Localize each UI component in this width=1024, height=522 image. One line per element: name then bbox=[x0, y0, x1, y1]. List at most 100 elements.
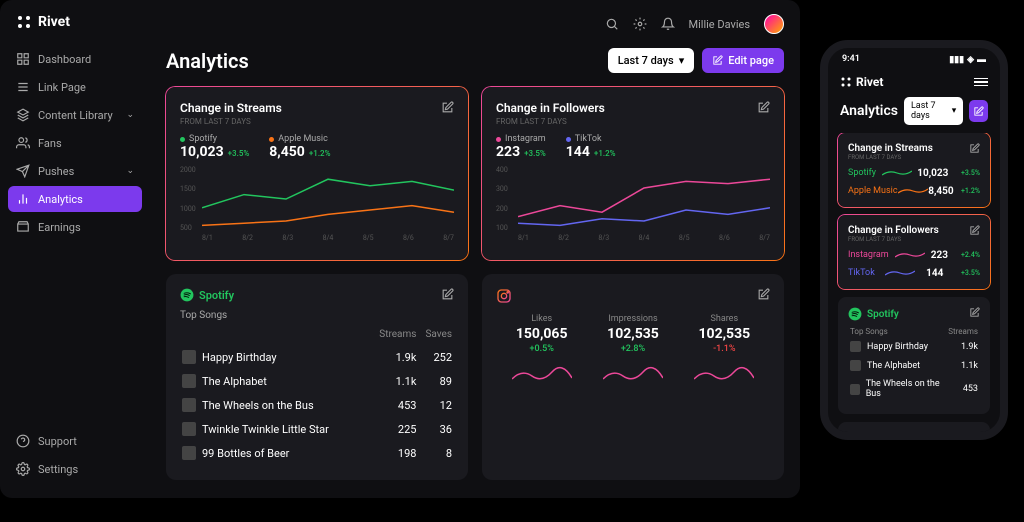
followers-card: Change in Followers From last 7 days Ins… bbox=[482, 87, 784, 260]
card-title: Change in Streams bbox=[848, 143, 933, 154]
top-songs-table: Top SongsStreams Happy Birthday1.9kThe A… bbox=[848, 325, 980, 404]
cards-grid: Change in Streams From last 7 days Spoti… bbox=[166, 87, 784, 480]
mobile-header: Rivet bbox=[828, 71, 1000, 97]
metric-instagram: Instagram223+3.5% bbox=[496, 134, 546, 160]
gear-icon[interactable] bbox=[633, 17, 647, 31]
wifi-icon: ◈ bbox=[967, 55, 974, 65]
menu-button[interactable] bbox=[974, 78, 988, 87]
date-range-button[interactable]: Last 7 days ▾ bbox=[608, 48, 695, 73]
table-row: The Wheels on the Bus45312 bbox=[182, 394, 452, 416]
sidebar: Rivet DashboardLink PageContent Library⌄… bbox=[0, 0, 150, 498]
followers-metrics: Instagram223+3.5% TikTok144+1.2% bbox=[496, 134, 770, 160]
edit-icon[interactable] bbox=[757, 101, 770, 114]
edit-icon[interactable] bbox=[441, 288, 454, 301]
sidebar-item-settings[interactable]: Settings bbox=[8, 456, 142, 482]
table-row: The Alphabet1.1k89 bbox=[182, 370, 452, 392]
wallet-icon bbox=[16, 220, 30, 234]
edit-page-label: Edit page bbox=[728, 54, 774, 67]
edit-page-button[interactable]: Edit page bbox=[702, 48, 784, 73]
followers-chart: 400300200100 8/18/28/38/48/58/68/7 bbox=[496, 166, 770, 246]
edit-page-button[interactable] bbox=[969, 100, 988, 122]
chart-icon bbox=[16, 192, 30, 206]
album-art-icon bbox=[182, 374, 196, 388]
streams-card: Change in Streams From last 7 days Spoti… bbox=[166, 87, 468, 260]
send-icon bbox=[16, 164, 30, 178]
layers-icon bbox=[16, 108, 30, 122]
spotify-label: Spotify bbox=[199, 289, 234, 302]
edit-icon[interactable] bbox=[757, 288, 770, 301]
sidebar-item-earnings[interactable]: Earnings bbox=[8, 214, 142, 240]
streams-card: Change in Streams From last 7 days Spoti… bbox=[838, 133, 990, 207]
table-row: Happy Birthday1.9k252 bbox=[182, 346, 452, 368]
help-icon bbox=[16, 434, 30, 448]
metric-apple-music: Apple Music8,450+1.2% bbox=[269, 134, 330, 160]
sidebar-item-support[interactable]: Support bbox=[8, 428, 142, 454]
bell-icon[interactable] bbox=[661, 17, 675, 31]
sparkline bbox=[895, 249, 925, 261]
date-range-button[interactable]: Last 7 days▾ bbox=[904, 97, 963, 125]
album-art-icon bbox=[850, 384, 860, 395]
avatar[interactable] bbox=[764, 14, 784, 34]
sparkline bbox=[882, 167, 912, 179]
edit-icon bbox=[973, 106, 984, 117]
sidebar-item-dashboard[interactable]: Dashboard bbox=[8, 46, 142, 72]
user-name[interactable]: Millie Davies bbox=[689, 18, 751, 31]
date-range-label: Last 7 days bbox=[618, 54, 674, 67]
spotify-icon bbox=[848, 307, 862, 321]
mobile-content: Change in Streams From last 7 days Spoti… bbox=[828, 133, 1000, 433]
grid-icon bbox=[16, 52, 30, 66]
sparkline bbox=[512, 364, 572, 384]
search-icon[interactable] bbox=[605, 17, 619, 31]
album-art-icon bbox=[850, 360, 861, 371]
instagram-icon bbox=[496, 288, 512, 304]
primary-nav: DashboardLink PageContent Library⌄FansPu… bbox=[8, 46, 142, 428]
instagram-stats: Likes150,065+0.5%Impressions102,535+2.8%… bbox=[496, 314, 770, 354]
metric-spotify: Spotify10,023+3.5% bbox=[180, 134, 249, 160]
edit-icon[interactable] bbox=[441, 101, 454, 114]
sidebar-item-content-library[interactable]: Content Library⌄ bbox=[8, 102, 142, 128]
album-art-icon bbox=[182, 422, 196, 436]
status-time: 9:41 bbox=[842, 54, 860, 65]
brand-logo: Rivet bbox=[8, 14, 142, 46]
album-art-icon bbox=[182, 398, 196, 412]
card-title: Change in Streams bbox=[180, 101, 282, 115]
streams-metrics: Spotify10,023+3.5% Apple Music8,450+1.2% bbox=[180, 134, 454, 160]
rivet-logo-icon bbox=[16, 14, 32, 30]
page-title: Analytics bbox=[166, 49, 249, 73]
page-header: Analytics Last 7 days ▾ Edit page bbox=[166, 48, 784, 73]
table-row: The Alphabet1.1k bbox=[850, 357, 978, 374]
card-subtitle: From last 7 days bbox=[496, 117, 605, 126]
table-section-title: Top Songs bbox=[180, 310, 454, 321]
page-title: Analytics bbox=[840, 103, 898, 119]
secondary-nav: SupportSettings bbox=[8, 428, 142, 484]
metric-tiktok: TikTok144+1.2% bbox=[566, 134, 616, 160]
table-row: Twinkle Twinkle Little Star22536 bbox=[182, 418, 452, 440]
card-subtitle: From last 7 days bbox=[848, 154, 933, 161]
edit-icon[interactable] bbox=[969, 307, 980, 318]
sidebar-item-analytics[interactable]: Analytics bbox=[8, 186, 142, 212]
sidebar-item-fans[interactable]: Fans bbox=[8, 130, 142, 156]
chevron-down-icon: ▾ bbox=[952, 106, 957, 116]
table-row: 99 Bottles of Beer1988 bbox=[182, 442, 452, 464]
table-row: Happy Birthday1.9k bbox=[850, 338, 978, 355]
card-title: Change in Followers bbox=[848, 225, 939, 236]
sparkline bbox=[694, 364, 754, 384]
sidebar-item-pushes[interactable]: Pushes⌄ bbox=[8, 158, 142, 184]
sparkline bbox=[885, 267, 915, 279]
spotify-badge: Spotify bbox=[180, 288, 234, 302]
edit-icon[interactable] bbox=[969, 143, 980, 154]
table-row: The Wheels on the Bus453 bbox=[850, 376, 978, 402]
edit-icon[interactable] bbox=[969, 225, 980, 236]
chevron-down-icon: ⌄ bbox=[126, 110, 134, 120]
topbar: Millie Davies bbox=[166, 0, 784, 48]
battery-icon: ▬ bbox=[977, 54, 986, 65]
metric-row: TikTok144+3.5% bbox=[848, 267, 980, 279]
sidebar-item-link-page[interactable]: Link Page bbox=[8, 74, 142, 100]
sparkline bbox=[898, 185, 928, 197]
stat-likes: Likes150,065+0.5% bbox=[516, 314, 568, 354]
chevron-down-icon: ▾ bbox=[679, 54, 685, 67]
instagram-card bbox=[838, 422, 990, 433]
edit-icon bbox=[712, 55, 723, 66]
spotify-badge: Spotify bbox=[848, 307, 899, 321]
brand-logo: Rivet bbox=[840, 75, 883, 89]
